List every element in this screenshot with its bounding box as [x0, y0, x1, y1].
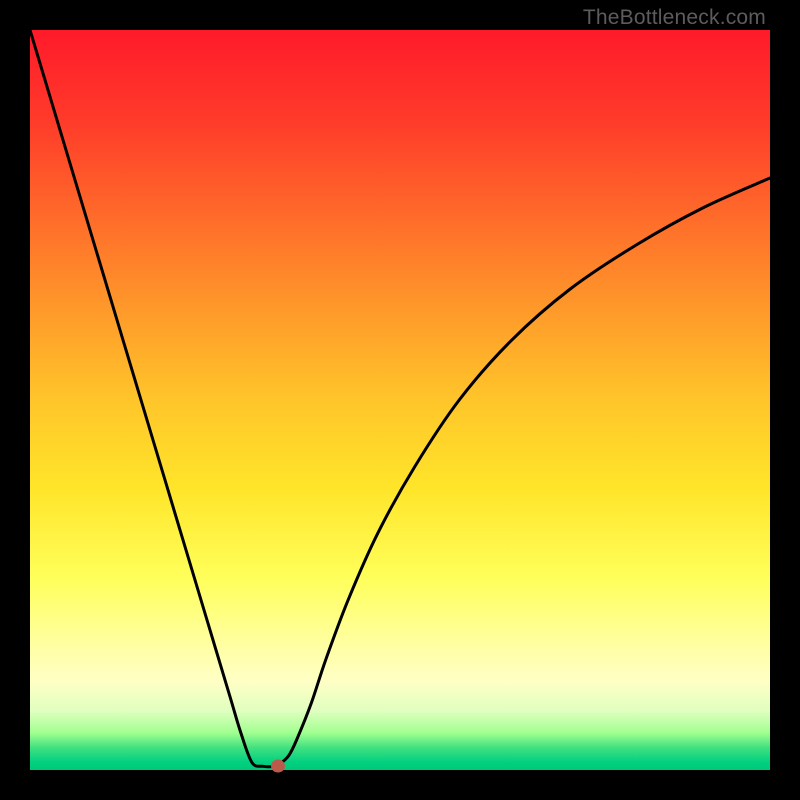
optimum-marker [271, 760, 285, 773]
bottleneck-curve [30, 30, 770, 767]
plot-area [30, 30, 770, 770]
watermark-text: TheBottleneck.com [583, 6, 766, 30]
curve-layer [30, 30, 770, 770]
chart-frame: TheBottleneck.com [0, 0, 800, 800]
